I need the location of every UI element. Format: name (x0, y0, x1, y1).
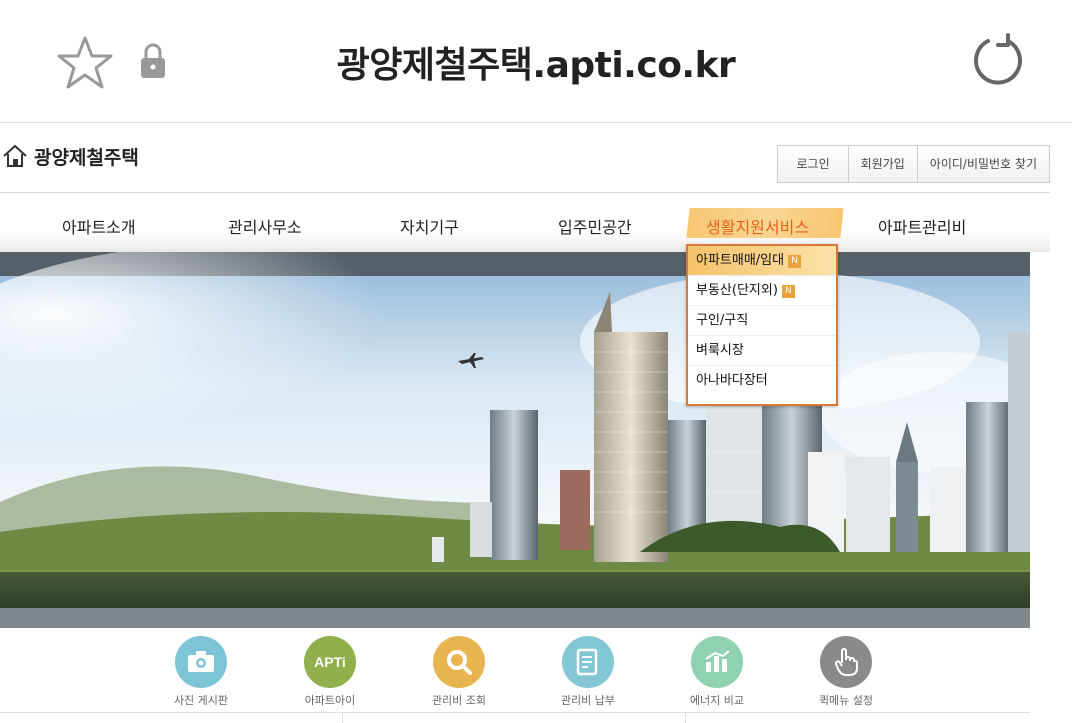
login-button[interactable]: 로그인 (777, 145, 849, 183)
bottom-separator (685, 712, 686, 723)
browser-address-bar: 광양제철주택.apti.co.kr (0, 0, 1072, 123)
quick-label: 퀵메뉴 설정 (818, 694, 874, 707)
signup-button[interactable]: 회원가입 (848, 145, 918, 183)
quick-label: 에너지 비교 (689, 694, 745, 707)
find-account-button[interactable]: 아이디/비밀번호 찾기 (917, 145, 1050, 183)
dropdown-item-label: 구인/구직 (696, 313, 749, 328)
dropdown-item-jobs[interactable]: 구인/구직 (688, 306, 836, 336)
quick-label: 관리비 조회 (431, 694, 487, 707)
life-support-dropdown: 아파트매매/임대 N 부동산(단지외) N 구인/구직 벼룩시장 아나바다장터 (686, 244, 838, 406)
quick-label: 관리비 납부 (560, 694, 616, 707)
camera-icon (175, 636, 227, 688)
hero-banner (0, 252, 1030, 628)
dropdown-item-real-estate[interactable]: 부동산(단지외) N (688, 276, 836, 306)
new-badge: N (781, 285, 795, 298)
quick-menu-settings[interactable]: 퀵메뉴 설정 (801, 636, 891, 708)
nav-item-resident-space[interactable]: 입주민공간 (558, 214, 632, 238)
search-icon (433, 636, 485, 688)
quick-menu: 사진 게시판 APTi 아파트아이 관리비 조회 관리비 납부 에너지 비교 퀵… (0, 628, 1072, 723)
nav-item-self-governance[interactable]: 자치기구 (400, 214, 459, 238)
dropdown-item-label: 벼룩시장 (696, 343, 744, 358)
document-icon (562, 636, 614, 688)
hero-cityscape-image (0, 252, 1030, 628)
nav-item-management-office[interactable]: 관리사무소 (228, 214, 302, 238)
quick-label: 사진 게시판 (173, 694, 229, 707)
dropdown-item-apartment-sale[interactable]: 아파트매매/임대 N (688, 246, 836, 276)
dropdown-item-flea-market[interactable]: 벼룩시장 (688, 336, 836, 366)
reload-icon[interactable] (968, 32, 1026, 90)
energy-chart-icon (691, 636, 743, 688)
site-logo[interactable]: 광양제철주택 (2, 142, 139, 170)
home-icon (3, 144, 27, 167)
quick-label: 아파트아이 (304, 694, 356, 707)
quick-photo-board[interactable]: 사진 게시판 (156, 636, 246, 708)
dropdown-item-anabada-market[interactable]: 아나바다장터 (688, 366, 836, 395)
hand-icon (820, 636, 872, 688)
bottom-divider (0, 712, 1030, 713)
apti-icon: APTi (304, 636, 356, 688)
nav-item-life-support[interactable]: 생활지원서비스 (706, 214, 809, 238)
dropdown-item-label: 아나바다장터 (696, 373, 768, 388)
site-name: 광양제철주택 (34, 146, 139, 169)
new-badge: N (788, 255, 802, 268)
url-text[interactable]: 광양제철주택.apti.co.kr (0, 36, 1072, 88)
main-nav: 아파트소개 관리사무소 자치기구 입주민공간 생활지원서비스 아파트관리비 (0, 200, 1050, 252)
quick-energy-compare[interactable]: 에너지 비교 (672, 636, 762, 708)
quick-fee-inquiry[interactable]: 관리비 조회 (414, 636, 504, 708)
bottom-separator (342, 712, 343, 723)
nav-item-apartment-intro[interactable]: 아파트소개 (62, 214, 136, 238)
auth-buttons: 로그인 회원가입 아이디/비밀번호 찾기 (777, 145, 1050, 183)
header-divider (0, 192, 1050, 193)
quick-fee-payment[interactable]: 관리비 납부 (543, 636, 633, 708)
dropdown-item-label: 부동산(단지외) (696, 283, 778, 298)
nav-item-apartment-fees[interactable]: 아파트관리비 (878, 214, 966, 238)
quick-apti[interactable]: APTi 아파트아이 (285, 636, 375, 708)
dropdown-item-label: 아파트매매/임대 (696, 253, 785, 268)
